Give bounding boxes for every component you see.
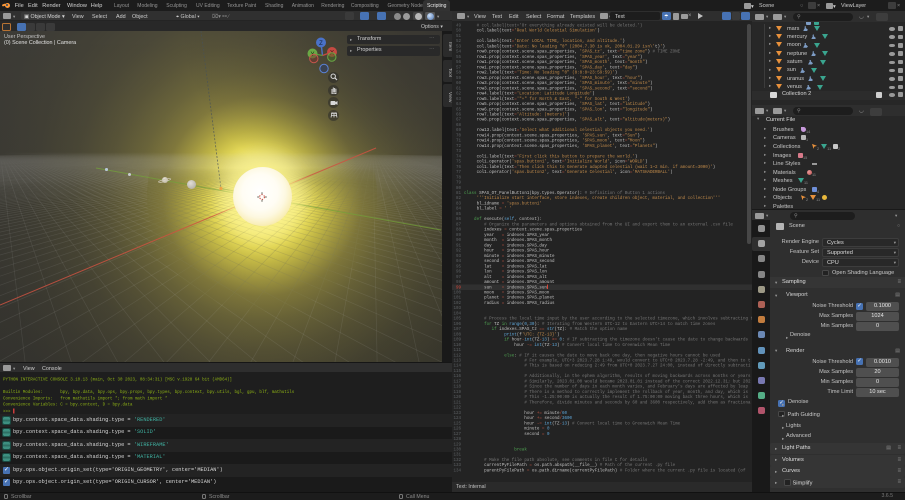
svg-text:Z: Z [319, 41, 323, 47]
